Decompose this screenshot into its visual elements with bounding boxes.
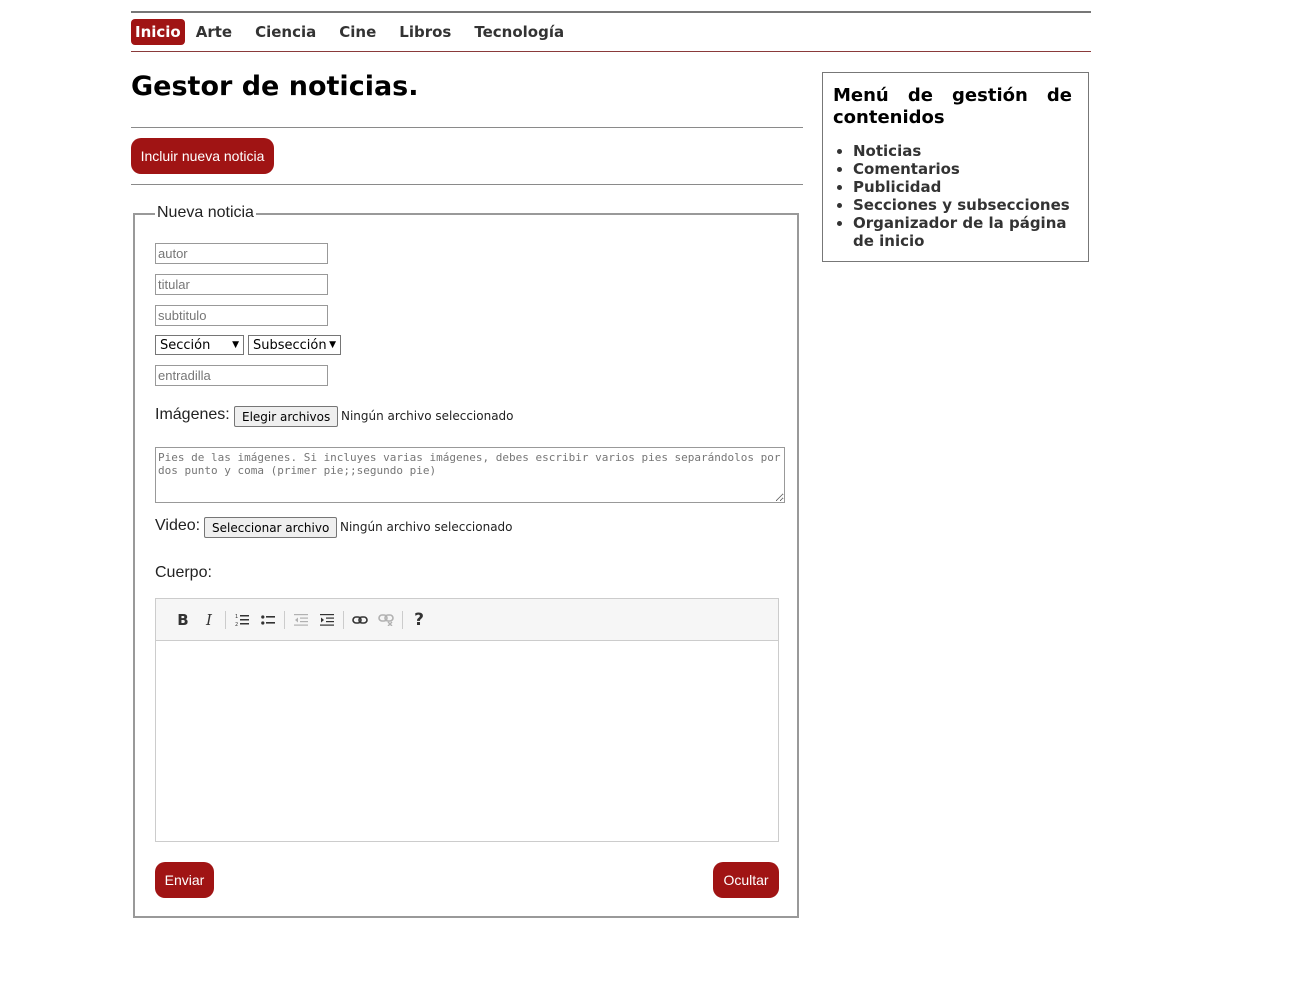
sidebar-item-noticias[interactable]: Noticias xyxy=(853,142,1072,160)
choose-video-button[interactable]: Seleccionar archivo xyxy=(204,517,338,538)
nav-item-ciencia[interactable]: Ciencia xyxy=(251,19,320,45)
hide-button[interactable]: Ocultar xyxy=(713,862,779,898)
nav-item-tecnologia[interactable]: Tecnología xyxy=(470,19,568,45)
toolbar-separator xyxy=(402,610,403,629)
toolbar-separator xyxy=(225,610,226,629)
link-icon[interactable] xyxy=(347,608,373,632)
divider xyxy=(131,127,803,128)
editor-content-area[interactable] xyxy=(156,641,778,841)
svg-text:2: 2 xyxy=(235,622,238,627)
subseccion-select-value: Subsección xyxy=(253,337,327,353)
svg-text:1: 1 xyxy=(235,614,238,620)
add-news-button[interactable]: Incluir nueva noticia xyxy=(131,138,274,174)
page-title: Gestor de noticias. xyxy=(131,71,419,102)
nav-item-arte[interactable]: Arte xyxy=(192,19,236,45)
italic-button[interactable]: I xyxy=(196,608,222,632)
dropdown-arrow-icon: ▼ xyxy=(329,340,336,350)
video-status: Ningún archivo seleccionado xyxy=(340,520,513,534)
sidebar-item-publicidad[interactable]: Publicidad xyxy=(853,178,1072,196)
autor-input[interactable] xyxy=(155,243,328,264)
sidebar-item-organizador[interactable]: Organizador de la página de inicio xyxy=(853,214,1072,250)
unlink-icon[interactable] xyxy=(373,608,399,632)
toolbar-separator xyxy=(284,610,285,629)
toolbar-separator xyxy=(343,610,344,629)
form-legend: Nueva noticia xyxy=(155,204,256,222)
video-label: Video: xyxy=(155,517,201,534)
indent-icon[interactable] xyxy=(314,608,340,632)
outdent-icon[interactable] xyxy=(288,608,314,632)
body-label: Cuerpo: xyxy=(155,564,212,581)
subseccion-select[interactable]: Subsección ▼ xyxy=(248,335,341,355)
nav-item-inicio[interactable]: Inicio xyxy=(131,19,185,45)
entradilla-input[interactable] xyxy=(155,365,328,386)
nav-item-cine[interactable]: Cine xyxy=(335,19,380,45)
images-status: Ningún archivo seleccionado xyxy=(341,409,514,423)
top-nav: Inicio Arte Ciencia Cine Libros Tecnolog… xyxy=(131,11,1091,52)
seccion-select-value: Sección xyxy=(160,337,211,353)
sidebar-title: Menú de gestión de contenidos xyxy=(833,85,1072,129)
sidebar-list: Noticias Comentarios Publicidad Seccione… xyxy=(833,142,1072,250)
rich-text-editor: B I 12 ? xyxy=(155,598,779,842)
nav-item-libros[interactable]: Libros xyxy=(395,19,455,45)
sidebar-title-line2: contenidos xyxy=(833,107,945,128)
content-management-menu: Menú de gestión de contenidos Noticias C… xyxy=(822,72,1089,262)
sidebar-title-line1: Menú de gestión de xyxy=(833,85,1072,106)
sidebar-item-secciones[interactable]: Secciones y subsecciones xyxy=(853,196,1072,214)
image-captions-textarea[interactable] xyxy=(155,447,785,503)
sidebar-item-comentarios[interactable]: Comentarios xyxy=(853,160,1072,178)
bullet-list-icon[interactable] xyxy=(255,608,281,632)
help-icon[interactable]: ? xyxy=(406,608,432,632)
editor-toolbar: B I 12 ? xyxy=(156,599,778,641)
submit-button[interactable]: Enviar xyxy=(155,862,214,898)
subtitulo-input[interactable] xyxy=(155,305,328,326)
divider xyxy=(131,184,803,185)
titular-input[interactable] xyxy=(155,274,328,295)
bold-button[interactable]: B xyxy=(170,608,196,632)
choose-images-button[interactable]: Elegir archivos xyxy=(234,406,339,427)
ordered-list-icon[interactable]: 12 xyxy=(229,608,255,632)
seccion-select[interactable]: Sección ▼ xyxy=(155,335,244,355)
dropdown-arrow-icon: ▼ xyxy=(232,340,239,350)
images-label: Imágenes: xyxy=(155,406,230,423)
